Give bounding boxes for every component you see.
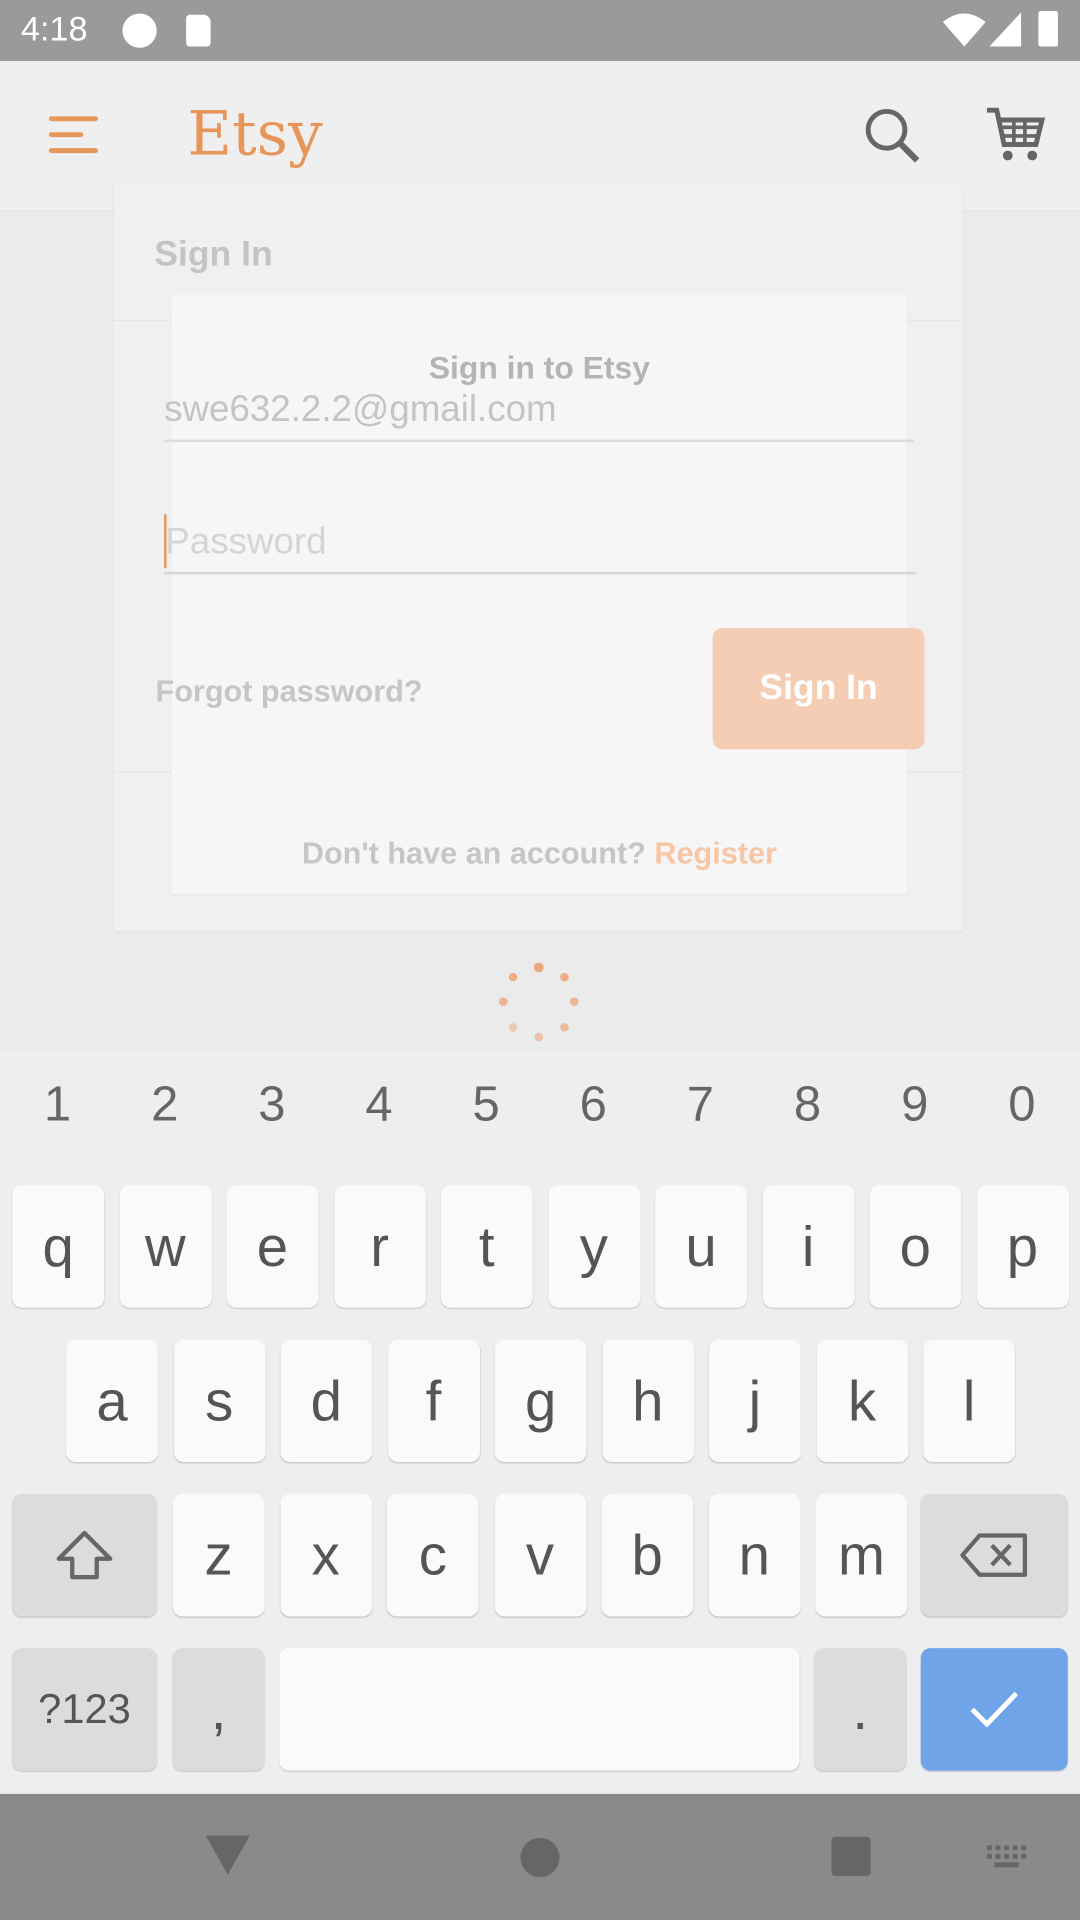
- key-e[interactable]: e: [226, 1185, 319, 1308]
- backspace-key[interactable]: [920, 1493, 1068, 1617]
- enter-key[interactable]: [920, 1648, 1068, 1771]
- cart-icon[interactable]: [984, 105, 1046, 164]
- signal-icon: [989, 12, 1022, 47]
- key-p[interactable]: p: [976, 1185, 1069, 1308]
- number-key[interactable]: 2: [128, 1078, 201, 1133]
- number-key[interactable]: 5: [449, 1078, 522, 1133]
- key-j[interactable]: j: [708, 1339, 801, 1463]
- number-key[interactable]: 4: [342, 1078, 415, 1133]
- key-d[interactable]: d: [280, 1339, 373, 1463]
- shift-icon: [56, 1530, 113, 1580]
- notification-icon: [122, 13, 157, 48]
- number-key[interactable]: 0: [985, 1078, 1058, 1133]
- key-h[interactable]: h: [601, 1339, 694, 1463]
- key-g[interactable]: g: [494, 1339, 587, 1463]
- wifi-icon: [942, 13, 986, 47]
- register-link[interactable]: Register: [654, 836, 777, 870]
- shift-key[interactable]: [12, 1493, 157, 1617]
- page-title: Sign In: [154, 235, 273, 275]
- key-o[interactable]: o: [869, 1185, 962, 1308]
- no-account-text: Don't have an account?: [301, 836, 646, 871]
- key-t[interactable]: t: [440, 1185, 533, 1308]
- number-key[interactable]: 6: [557, 1078, 630, 1133]
- etsy-logo[interactable]: Etsy: [187, 98, 322, 169]
- recents-icon[interactable]: [831, 1836, 871, 1876]
- key-r[interactable]: r: [333, 1185, 426, 1308]
- key-c[interactable]: c: [386, 1493, 479, 1617]
- key-z[interactable]: z: [172, 1493, 265, 1617]
- key-m[interactable]: m: [815, 1493, 908, 1617]
- key-w[interactable]: w: [119, 1185, 212, 1308]
- password-field[interactable]: Password: [165, 522, 326, 564]
- number-key[interactable]: 9: [878, 1078, 951, 1133]
- key-v[interactable]: v: [494, 1493, 586, 1617]
- key-b[interactable]: b: [601, 1493, 694, 1617]
- sign-in-dialog: Sign in to Etsy: [171, 295, 908, 894]
- email-field[interactable]: swe632.2.2@gmail.com: [164, 389, 557, 431]
- number-key[interactable]: 8: [771, 1078, 844, 1133]
- number-key[interactable]: 3: [235, 1078, 308, 1133]
- navigation-bar: [0, 1793, 1080, 1920]
- battery-icon: [1038, 11, 1058, 47]
- key-q[interactable]: q: [12, 1185, 105, 1308]
- number-key[interactable]: 7: [664, 1078, 737, 1133]
- key-s[interactable]: s: [173, 1339, 266, 1463]
- key-n[interactable]: n: [708, 1493, 801, 1617]
- key-l[interactable]: l: [923, 1339, 1016, 1463]
- key-y[interactable]: y: [547, 1185, 640, 1308]
- number-key[interactable]: 1: [21, 1078, 94, 1133]
- key-k[interactable]: k: [816, 1339, 908, 1463]
- sd-card-icon: [186, 14, 211, 47]
- email-underline: [164, 439, 914, 443]
- symbols-key[interactable]: ?123: [12, 1648, 157, 1771]
- loading-spinner-icon: [498, 962, 579, 1042]
- register-prompt: Don't have an account? Register: [171, 836, 907, 872]
- comma-key[interactable]: ,: [172, 1648, 265, 1771]
- hamburger-menu-icon[interactable]: [48, 116, 98, 154]
- home-icon[interactable]: [520, 1837, 560, 1878]
- space-key[interactable]: [279, 1648, 800, 1771]
- keyboard-switch-icon[interactable]: [986, 1845, 1029, 1869]
- status-time: 4:18: [20, 9, 88, 48]
- key-i[interactable]: i: [762, 1185, 855, 1308]
- back-icon[interactable]: [205, 1835, 250, 1875]
- backspace-icon: [960, 1533, 1028, 1577]
- key-f[interactable]: f: [387, 1339, 480, 1463]
- checkmark-icon: [970, 1691, 1019, 1728]
- key-u[interactable]: u: [655, 1185, 747, 1308]
- key-x[interactable]: x: [279, 1493, 372, 1617]
- dialog-title: Sign in to Etsy: [428, 348, 650, 386]
- forgot-password-link[interactable]: Forgot password?: [156, 675, 423, 711]
- password-underline: [164, 571, 916, 575]
- key-a[interactable]: a: [66, 1339, 158, 1463]
- period-key[interactable]: .: [814, 1648, 907, 1771]
- search-icon[interactable]: [862, 105, 921, 164]
- status-bar: 4:18: [0, 0, 1080, 62]
- sign-in-button[interactable]: Sign In: [712, 628, 925, 750]
